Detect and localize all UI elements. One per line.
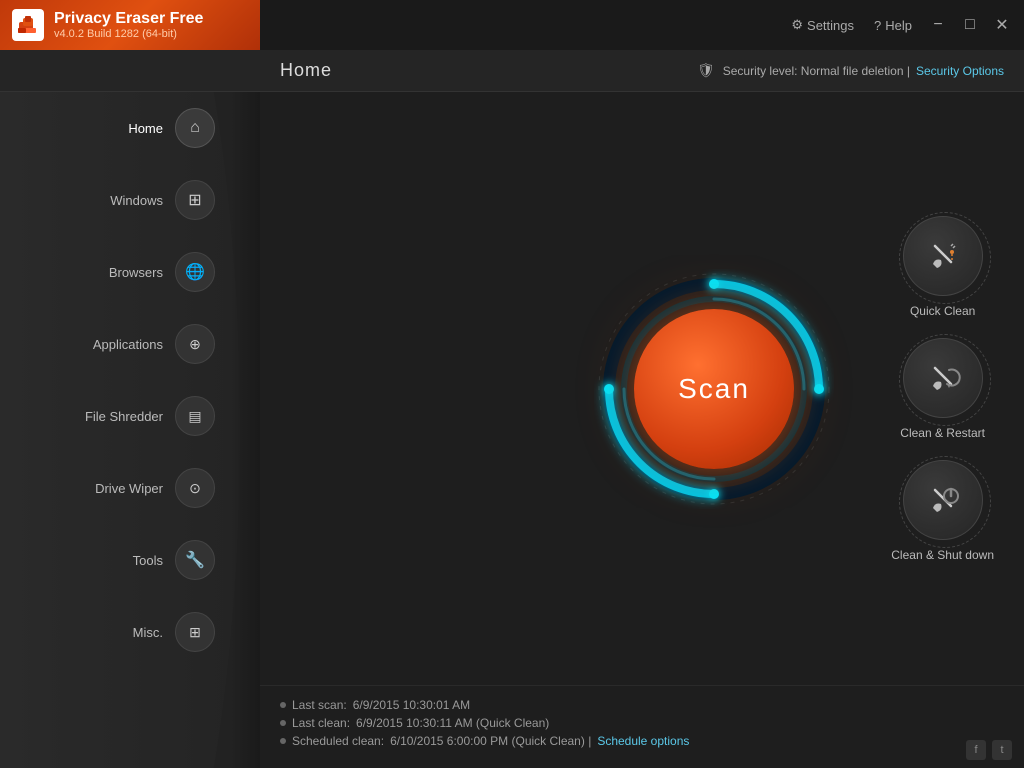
maximize-button[interactable]: □	[956, 11, 984, 39]
misc-icon: ⊞	[189, 624, 201, 641]
globe-icon: 🌐	[185, 262, 205, 282]
right-actions: Quick Clean Clean & Restart	[891, 216, 994, 562]
home-icon: ⌂	[190, 119, 200, 137]
last-clean-label: Last clean:	[292, 716, 350, 730]
scheduled-clean-item: Scheduled clean: 6/10/2015 6:00:00 PM (Q…	[280, 734, 1004, 748]
last-clean-value: 6/9/2015 10:30:11 AM (Quick Clean)	[356, 716, 549, 730]
windows-icon: ⊞	[188, 190, 201, 210]
sidebar-item-applications[interactable]: Applications ⊕	[0, 308, 260, 380]
settings-button[interactable]: ⚙ Settings	[783, 13, 862, 37]
shredder-icon: ▤	[188, 408, 201, 425]
sidebar-item-windows[interactable]: Windows ⊞	[0, 164, 260, 236]
app-name-area: Privacy Eraser Free v4.0.2 Build 1282 (6…	[54, 10, 203, 40]
broom-shutdown-icon	[925, 482, 961, 518]
scheduled-clean-label: Scheduled clean:	[292, 734, 384, 748]
last-scan-value: 6/9/2015 10:30:01 AM	[353, 698, 470, 712]
sidebar: Home ⌂ Windows ⊞ Browsers 🌐 Applications	[0, 92, 260, 768]
titlebar-controls: ⚙ Settings ? Help − □ ✕	[783, 0, 1024, 50]
close-button[interactable]: ✕	[988, 11, 1016, 39]
scan-ring: Scan	[594, 269, 834, 509]
scheduled-clean-value: 6/10/2015 6:00:00 PM (Quick Clean) |	[390, 734, 591, 748]
shield-icon: 🛡	[697, 62, 715, 79]
security-options-link[interactable]: Security Options	[916, 64, 1004, 78]
header-bar: Home 🛡 Security level: Normal file delet…	[0, 50, 1024, 92]
clean-shutdown-label: Clean & Shut down	[891, 548, 994, 562]
browsers-icon-circle: 🌐	[175, 252, 215, 292]
last-scan-item: Last scan: 6/9/2015 10:30:01 AM	[280, 698, 1004, 712]
sidebar-label-browsers: Browsers	[109, 265, 163, 280]
clean-restart-label: Clean & Restart	[900, 426, 985, 440]
sidebar-item-tools[interactable]: Tools 🔧	[0, 524, 260, 596]
sidebar-label-applications: Applications	[93, 337, 163, 352]
status-dot-2	[280, 720, 286, 726]
sidebar-label-drive-wiper: Drive Wiper	[95, 481, 163, 496]
misc-icon-circle: ⊞	[175, 612, 215, 652]
scan-button[interactable]: Scan	[634, 309, 794, 469]
social-footer: f t	[966, 740, 1012, 760]
quick-clean-button[interactable]	[903, 216, 983, 296]
twitter-button[interactable]: t	[992, 740, 1012, 760]
main-content: Scan	[260, 92, 1024, 768]
broom-icon	[925, 238, 961, 274]
status-dot-3	[280, 738, 286, 744]
gear-icon: ⚙	[791, 17, 803, 33]
minimize-button[interactable]: −	[924, 11, 952, 39]
drive-wiper-icon-circle: ⊙	[175, 468, 215, 508]
help-label: Help	[885, 18, 912, 33]
applications-icon: ⊕	[189, 336, 201, 353]
settings-label: Settings	[807, 18, 854, 33]
sidebar-label-misc: Misc.	[133, 625, 163, 640]
app-logo-area: Privacy Eraser Free v4.0.2 Build 1282 (6…	[0, 0, 260, 50]
app-icon	[12, 9, 44, 41]
status-dot-1	[280, 702, 286, 708]
quick-clean-label: Quick Clean	[910, 304, 975, 318]
tools-icon-circle: 🔧	[175, 540, 215, 580]
sidebar-item-drive-wiper[interactable]: Drive Wiper ⊙	[0, 452, 260, 524]
app-title: Privacy Eraser Free	[54, 10, 203, 28]
sidebar-item-misc[interactable]: Misc. ⊞	[0, 596, 260, 668]
facebook-button[interactable]: f	[966, 740, 986, 760]
clean-shutdown-action: Clean & Shut down	[891, 460, 994, 562]
quick-clean-action: Quick Clean	[903, 216, 983, 318]
sidebar-item-file-shredder[interactable]: File Shredder ▤	[0, 380, 260, 452]
main-layout: Home ⌂ Windows ⊞ Browsers 🌐 Applications	[0, 92, 1024, 768]
question-icon: ?	[874, 18, 881, 33]
broom-restart-icon	[925, 360, 961, 396]
app-version: v4.0.2 Build 1282 (64-bit)	[54, 28, 203, 40]
sidebar-item-home[interactable]: Home ⌂	[0, 92, 260, 164]
scan-container: Scan	[594, 269, 834, 509]
home-icon-circle: ⌂	[175, 108, 215, 148]
sidebar-label-tools: Tools	[133, 553, 163, 568]
page-title: Home	[280, 60, 697, 81]
clean-restart-button[interactable]	[903, 338, 983, 418]
schedule-options-link[interactable]: Schedule options	[597, 734, 689, 748]
sidebar-label-windows: Windows	[110, 193, 163, 208]
sidebar-label-home: Home	[128, 121, 163, 136]
last-scan-label: Last scan:	[292, 698, 347, 712]
drive-icon: ⊙	[189, 480, 201, 497]
help-button[interactable]: ? Help	[866, 14, 920, 37]
clean-shutdown-button[interactable]	[903, 460, 983, 540]
center-area: Scan	[260, 92, 1024, 685]
windows-icon-circle: ⊞	[175, 180, 215, 220]
titlebar: Privacy Eraser Free v4.0.2 Build 1282 (6…	[0, 0, 1024, 50]
clean-restart-action: Clean & Restart	[900, 338, 985, 440]
security-level-text: Security level: Normal file deletion |	[723, 64, 910, 78]
content-area: Home 🛡 Security level: Normal file delet…	[0, 50, 1024, 768]
wrench-icon: 🔧	[185, 550, 205, 570]
sidebar-label-file-shredder: File Shredder	[85, 409, 163, 424]
file-shredder-icon-circle: ▤	[175, 396, 215, 436]
sidebar-item-browsers[interactable]: Browsers 🌐	[0, 236, 260, 308]
status-bar: Last scan: 6/9/2015 10:30:01 AM Last cle…	[260, 685, 1024, 768]
last-clean-item: Last clean: 6/9/2015 10:30:11 AM (Quick …	[280, 716, 1004, 730]
security-level-bar: 🛡 Security level: Normal file deletion |…	[697, 62, 1004, 79]
applications-icon-circle: ⊕	[175, 324, 215, 364]
